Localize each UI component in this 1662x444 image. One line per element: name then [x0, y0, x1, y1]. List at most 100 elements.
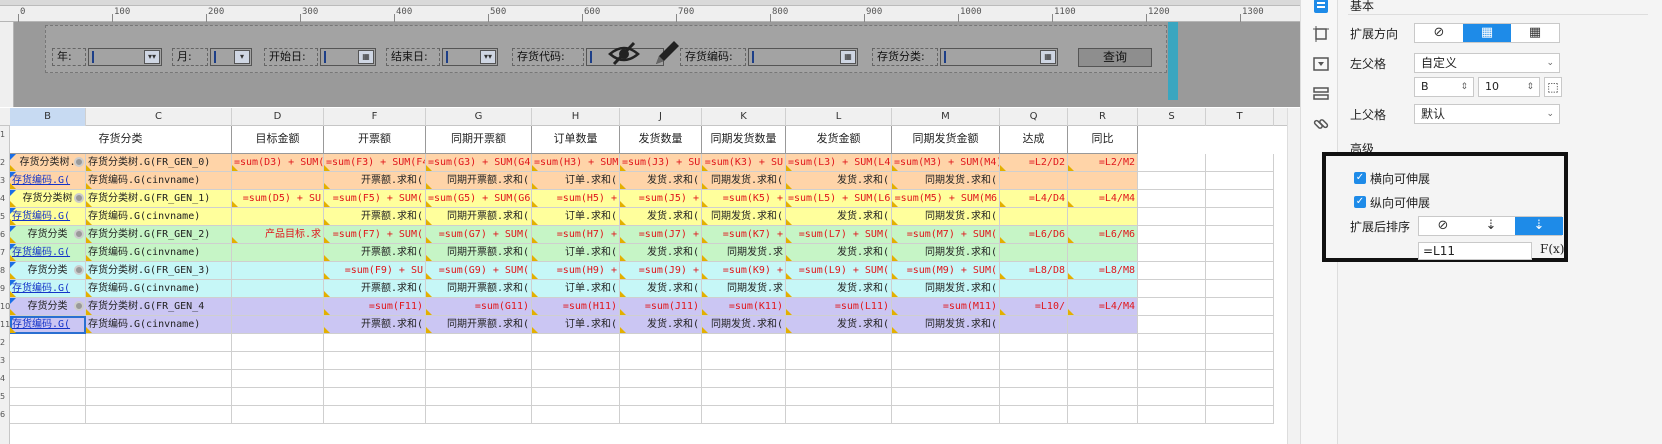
- condition-icon[interactable]: [1313, 86, 1329, 102]
- table-cell[interactable]: 开票额.求和(: [324, 208, 426, 226]
- table-cell[interactable]: [232, 316, 324, 334]
- no-sort-icon[interactable]: ⊘: [1419, 217, 1467, 235]
- left-parent-select[interactable]: 自定义 ⌄: [1414, 53, 1560, 73]
- table-cell[interactable]: [232, 388, 324, 406]
- table-cell[interactable]: [1138, 352, 1206, 370]
- table-cell[interactable]: 存货编码.G(: [10, 316, 86, 334]
- table-cell[interactable]: 发货金额: [786, 126, 892, 154]
- column-header[interactable]: F: [324, 108, 426, 126]
- column-header[interactable]: J: [620, 108, 702, 126]
- table-cell[interactable]: =L4/M4: [1068, 190, 1138, 208]
- table-cell[interactable]: 同期发货数量: [702, 126, 786, 154]
- table-cell[interactable]: 发货.求和(: [620, 316, 702, 334]
- table-cell[interactable]: =sum(J11): [620, 298, 702, 316]
- column-header[interactable]: H: [532, 108, 620, 126]
- table-cell[interactable]: [620, 370, 702, 388]
- column-header[interactable]: Q: [1000, 108, 1068, 126]
- table-cell[interactable]: [620, 388, 702, 406]
- gear-icon[interactable]: [74, 229, 84, 239]
- table-cell[interactable]: [786, 334, 892, 352]
- table-cell[interactable]: 发货.求和(: [786, 172, 892, 190]
- table-cell[interactable]: =sum(L9) + SUM(: [786, 262, 892, 280]
- column-header[interactable]: K: [702, 108, 786, 126]
- table-cell[interactable]: =sum(M11): [892, 298, 1000, 316]
- table-cell[interactable]: 同期开票额.求和(: [426, 316, 532, 334]
- table-cell[interactable]: =L2/M2: [1068, 154, 1138, 172]
- table-cell[interactable]: [1000, 208, 1068, 226]
- table-cell[interactable]: 存货分类树.G(FR_GEN_0): [86, 154, 232, 172]
- table-cell[interactable]: 同期发货.求和(: [892, 316, 1000, 334]
- table-cell[interactable]: =L4/D4: [1000, 190, 1068, 208]
- table-cell[interactable]: =sum(L11): [786, 298, 892, 316]
- table-cell[interactable]: [620, 334, 702, 352]
- table-cell[interactable]: =sum(F9) + SU: [324, 262, 426, 280]
- table-cell[interactable]: [1000, 316, 1068, 334]
- table-cell[interactable]: 发货.求和(: [620, 208, 702, 226]
- table-cell[interactable]: =sum(L3) + SUM(L4): [786, 154, 892, 172]
- table-cell[interactable]: [232, 406, 324, 424]
- table-cell[interactable]: [10, 370, 86, 388]
- cell-style-icon[interactable]: [1313, 26, 1329, 42]
- table-cell[interactable]: 达成: [1000, 126, 1068, 154]
- table-cell[interactable]: [702, 388, 786, 406]
- hidden-eye-icon[interactable]: [608, 40, 640, 68]
- top-parent-select[interactable]: 默认 ⌄: [1414, 104, 1560, 124]
- table-cell[interactable]: =sum(J9) +: [620, 262, 702, 280]
- table-cell[interactable]: 发货.求和(: [786, 208, 892, 226]
- table-cell[interactable]: 同期发货.求和(: [892, 172, 1000, 190]
- table-cell[interactable]: [1206, 190, 1274, 208]
- table-cell[interactable]: 存货分类树.G(FR_GEN_1): [86, 190, 232, 208]
- spreadsheet[interactable]: BCDFGHJKLMQRST 1 2 3 4 5 6 7 8 9 10 11 2 3 4 5 6 存货分类 目标…: [0, 108, 1300, 444]
- table-cell[interactable]: =sum(H9) +: [532, 262, 620, 280]
- table-cell[interactable]: [1138, 406, 1206, 424]
- left-parent-column[interactable]: B ⇕: [1414, 77, 1474, 97]
- table-cell[interactable]: [232, 208, 324, 226]
- column-header[interactable]: G: [426, 108, 532, 126]
- table-cell[interactable]: 存货分类: [10, 226, 86, 244]
- table-cell[interactable]: 发货.求和(: [786, 244, 892, 262]
- table-cell[interactable]: [786, 370, 892, 388]
- calendar-icon[interactable]: ▦: [1040, 50, 1056, 64]
- table-cell[interactable]: =sum(D5) + SU: [232, 190, 324, 208]
- pick-cell-icon[interactable]: ⬚: [1544, 77, 1562, 97]
- table-cell[interactable]: [1068, 244, 1138, 262]
- month-combo[interactable]: ▾: [210, 48, 252, 66]
- table-cell[interactable]: =sum(M3) + SUM(M4): [892, 154, 1000, 172]
- table-cell[interactable]: 存货分类树.: [10, 154, 86, 172]
- table-cell[interactable]: 存货编码.G(cinvname): [86, 208, 232, 226]
- table-cell[interactable]: [1206, 208, 1274, 226]
- table-cell[interactable]: [1206, 406, 1274, 424]
- row-number[interactable]: 6: [0, 410, 10, 419]
- table-cell[interactable]: [1000, 406, 1068, 424]
- table-cell[interactable]: [232, 280, 324, 298]
- vertical-expandable-checkbox[interactable]: ✓: [1354, 196, 1366, 208]
- query-button[interactable]: 查询: [1078, 48, 1152, 67]
- dropdown-icon[interactable]: ▾▾: [480, 50, 496, 64]
- table-cell[interactable]: =sum(M7) + SUM(: [892, 226, 1000, 244]
- cell-attribute-icon[interactable]: [1313, 0, 1329, 14]
- table-cell[interactable]: [892, 370, 1000, 388]
- table-cell[interactable]: 存货编码.G(: [10, 244, 86, 262]
- table-cell[interactable]: [1138, 334, 1206, 352]
- table-cell[interactable]: [786, 388, 892, 406]
- table-cell[interactable]: =L8/M8: [1068, 262, 1138, 280]
- table-cell[interactable]: =sum(K11): [702, 298, 786, 316]
- table-cell[interactable]: [1068, 352, 1138, 370]
- table-cell[interactable]: [892, 334, 1000, 352]
- table-cell[interactable]: [1138, 244, 1206, 262]
- table-cell[interactable]: 同期发货.求和(: [892, 244, 1000, 262]
- table-cell[interactable]: [702, 334, 786, 352]
- table-cell[interactable]: 订单.求和(: [532, 280, 620, 298]
- table-cell[interactable]: [232, 334, 324, 352]
- table-cell[interactable]: [232, 172, 324, 190]
- table-cell[interactable]: [232, 298, 324, 316]
- table-cell[interactable]: [1206, 244, 1274, 262]
- table-cell[interactable]: [786, 406, 892, 424]
- table-cell[interactable]: =L4/M4: [1068, 298, 1138, 316]
- table-cell[interactable]: 存货分类: [10, 262, 86, 280]
- hyperlink-icon[interactable]: [1313, 116, 1329, 132]
- table-cell[interactable]: [1000, 280, 1068, 298]
- table-cell[interactable]: [1068, 208, 1138, 226]
- table-cell[interactable]: [1138, 172, 1206, 190]
- table-cell[interactable]: 同期发货.求: [702, 244, 786, 262]
